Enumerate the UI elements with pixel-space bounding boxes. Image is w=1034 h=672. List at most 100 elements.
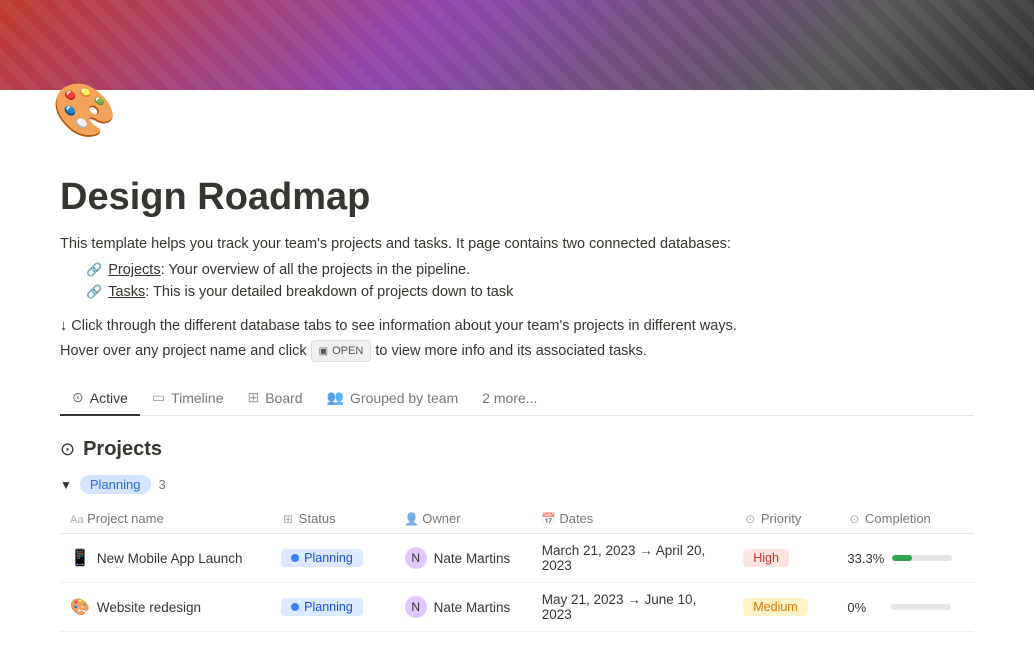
page-banner (0, 0, 1034, 90)
tasks-desc: : This is your detailed breakdown of pro… (145, 284, 513, 300)
th-completion-label: Completion (865, 511, 931, 526)
status-badge: Planning (281, 598, 363, 616)
grouped-tab-label: Grouped by team (350, 390, 458, 406)
progress-container: 33.3% (847, 551, 964, 566)
active-tab-icon: ⊙ (72, 389, 84, 406)
project-name-cell: 🎨 Website redesign (70, 597, 261, 617)
table-header-row: Aa Project name ⊞ Status 👤 Owner 📅 Dates (60, 504, 974, 534)
th-completion: ⊙ Completion (837, 504, 974, 534)
tab-grouped[interactable]: 👥 Grouped by team (315, 381, 471, 416)
progress-bar-wrap (891, 604, 951, 610)
cell-priority: Medium (733, 583, 837, 632)
timeline-tab-icon: ▭ (152, 389, 165, 406)
priority-badge: High (743, 549, 789, 567)
cell-completion: 33.3% (837, 534, 974, 583)
cell-dates: March 21, 2023 → April 20, 2023 (532, 534, 734, 583)
th-priority: ⊙ Priority (733, 504, 837, 534)
completion-col-icon: ⊙ (847, 512, 861, 526)
cell-completion: 0% (837, 583, 974, 632)
cell-status: Planning (271, 534, 395, 583)
page-description: This template helps you track your team'… (60, 233, 974, 256)
dates-col-icon: 📅 (542, 512, 556, 526)
page-icon: 🎨 (52, 80, 117, 141)
owner-cell: N Nate Martins (405, 547, 522, 569)
th-name-label: Project name (87, 511, 164, 526)
cell-owner: N Nate Martins (395, 534, 532, 583)
tab-more[interactable]: 2 more... (470, 382, 549, 416)
dates-text: May 21, 2023 → June 10, 2023 (542, 592, 697, 622)
th-dates-label: Dates (559, 511, 593, 526)
avatar: N (405, 596, 427, 618)
th-owner: 👤 Owner (395, 504, 532, 534)
table-row: 📱 New Mobile App Launch Planning N Nate … (60, 534, 974, 583)
th-status-label: Status (299, 511, 336, 526)
completion-pct: 0% (847, 600, 883, 615)
tab-timeline[interactable]: ▭ Timeline (140, 381, 236, 416)
cell-owner: N Nate Martins (395, 583, 532, 632)
group-count: 3 (159, 477, 166, 492)
open-badge: ▣ OPEN (311, 340, 372, 363)
tabs-bar: ⊙ Active ▭ Timeline ⊞ Board 👥 Grouped by… (60, 381, 974, 416)
board-tab-label: Board (265, 390, 302, 406)
cell-name: 🎨 Website redesign (60, 583, 271, 632)
dates-text: March 21, 2023 → April 20, 2023 (542, 543, 706, 573)
more-tab-label: 2 more... (482, 390, 537, 406)
status-text: Planning (304, 600, 353, 614)
group-tag[interactable]: Planning (80, 475, 151, 494)
section-icon: ⊙ (60, 439, 75, 460)
group-toggle[interactable]: ▼ (60, 478, 72, 492)
feature-item-tasks: 🔗 Tasks: This is your detailed breakdown… (86, 284, 974, 300)
hint-line3: to view more info and its associated tas… (375, 343, 647, 359)
timeline-tab-label: Timeline (171, 390, 223, 406)
tab-active[interactable]: ⊙ Active (60, 381, 140, 416)
hint-text: ↓ Click through the different database t… (60, 314, 974, 363)
section-header: ⊙ Projects (60, 438, 974, 461)
avatar: N (405, 547, 427, 569)
banner-overlay (0, 0, 1034, 90)
hint-line1: ↓ Click through the different database t… (60, 318, 737, 334)
projects-link-icon: 🔗 (86, 262, 102, 278)
projects-desc: : Your overview of all the projects in t… (161, 262, 471, 278)
priority-col-icon: ⊙ (743, 512, 757, 526)
owner-name: Nate Martins (434, 600, 511, 615)
cell-name: 📱 New Mobile App Launch (60, 534, 271, 583)
status-dot (291, 554, 299, 562)
open-badge-text: OPEN (332, 342, 363, 361)
th-status: ⊞ Status (271, 504, 395, 534)
feature-list: 🔗 Projects: Your overview of all the pro… (60, 262, 974, 300)
projects-link[interactable]: Projects (108, 262, 160, 278)
section-title: Projects (83, 438, 162, 461)
active-tab-label: Active (90, 390, 128, 406)
status-text: Planning (304, 551, 353, 565)
owner-col-icon: 👤 (405, 512, 419, 526)
hint-line2: Hover over any project name and click (60, 343, 307, 359)
owner-name: Nate Martins (434, 551, 511, 566)
project-name-text[interactable]: New Mobile App Launch (97, 551, 243, 566)
status-badge: Planning (281, 549, 363, 567)
project-name-cell: 📱 New Mobile App Launch (70, 548, 261, 568)
status-dot (291, 603, 299, 611)
feature-item-projects: 🔗 Projects: Your overview of all the pro… (86, 262, 974, 278)
project-name-text[interactable]: Website redesign (97, 600, 201, 615)
table-row: 🎨 Website redesign Planning N Nate Marti… (60, 583, 974, 632)
board-tab-icon: ⊞ (247, 389, 259, 406)
cell-dates: May 21, 2023 → June 10, 2023 (532, 583, 734, 632)
owner-cell: N Nate Martins (405, 596, 522, 618)
progress-bar-fill (892, 555, 912, 561)
page-title: Design Roadmap (60, 176, 974, 219)
progress-container: 0% (847, 600, 964, 615)
tasks-link-icon: 🔗 (86, 284, 102, 300)
project-emoji: 🎨 (70, 597, 90, 617)
grouped-tab-icon: 👥 (327, 389, 344, 406)
cell-priority: High (733, 534, 837, 583)
projects-section: ⊙ Projects ▼ Planning 3 Aa Project name … (60, 438, 974, 632)
project-emoji: 📱 (70, 548, 90, 568)
th-priority-label: Priority (761, 511, 801, 526)
th-owner-label: Owner (422, 511, 460, 526)
progress-bar-wrap (892, 555, 952, 561)
completion-pct: 33.3% (847, 551, 884, 566)
tab-board[interactable]: ⊞ Board (235, 381, 314, 416)
cell-status: Planning (271, 583, 395, 632)
projects-table: Aa Project name ⊞ Status 👤 Owner 📅 Dates (60, 504, 974, 632)
tasks-link[interactable]: Tasks (108, 284, 145, 300)
